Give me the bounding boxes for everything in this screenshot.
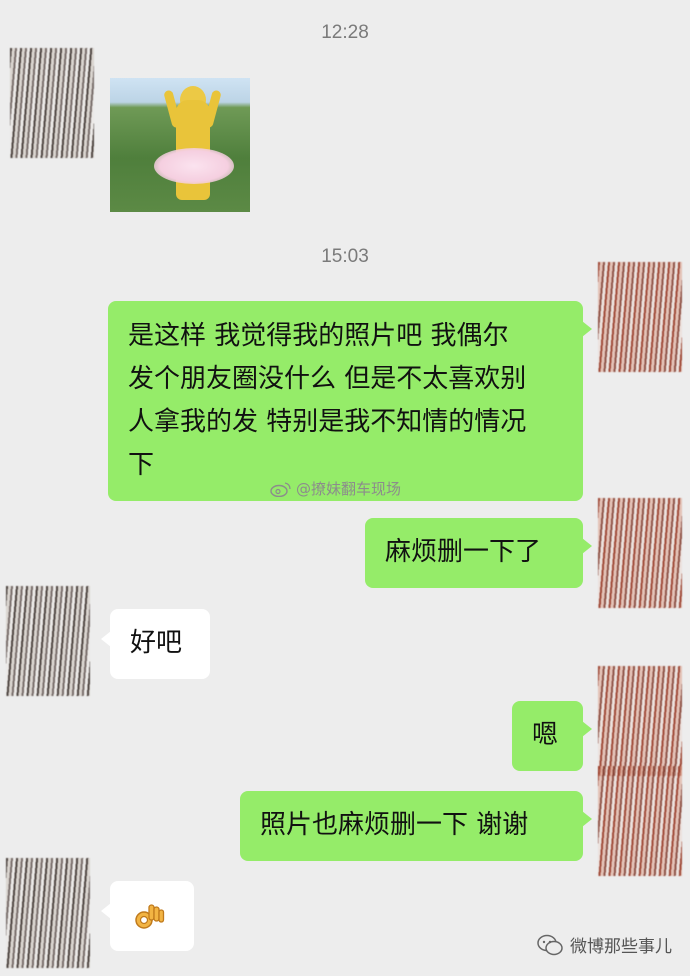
sticker-figure-tutu	[154, 148, 234, 184]
wechat-icon	[537, 934, 563, 955]
message-text: 麻烦删一下了	[385, 537, 542, 567]
message-text: 嗯	[532, 720, 559, 750]
avatar-self[interactable]	[598, 666, 682, 776]
ok-hand-icon	[135, 904, 165, 929]
avatar-self[interactable]	[598, 498, 682, 608]
message-line: 是这样 我觉得我的照片吧 我偶尔	[128, 321, 509, 351]
message-bubble-sent[interactable]: 是这样 我觉得我的照片吧 我偶尔 发个朋友圈没什么 但是不太喜欢别 人拿我的发 …	[108, 301, 592, 501]
message-bubble-received[interactable]: 好吧	[101, 609, 210, 679]
message-bubble-sent[interactable]: 照片也麻烦删一下 谢谢	[240, 791, 592, 861]
weibo-icon	[270, 482, 291, 497]
message-line: 人拿我的发 特别是我不知情的情况	[128, 407, 527, 437]
message-bubble-sent[interactable]: 嗯	[512, 701, 592, 771]
message-bubble-sent[interactable]: 麻烦删一下了	[365, 518, 592, 588]
message-text: 照片也麻烦删一下 谢谢	[260, 810, 529, 840]
watermark-text: @撩妹翻车现场	[296, 480, 402, 498]
timestamp-1503: 15:03	[321, 246, 369, 267]
timestamp-1228: 12:28	[321, 22, 369, 43]
brand-label: 微博那些事儿	[536, 932, 672, 957]
avatar-contact[interactable]	[10, 48, 94, 158]
sticker-image[interactable]	[110, 78, 250, 212]
brand-text: 微博那些事儿	[570, 937, 672, 957]
avatar-contact[interactable]	[6, 858, 90, 968]
watermark: @撩妹翻车现场	[270, 478, 401, 499]
avatar-self[interactable]	[598, 262, 682, 372]
message-text: 好吧	[130, 628, 183, 658]
avatar-contact[interactable]	[6, 586, 90, 696]
message-line: 发个朋友圈没什么 但是不太喜欢别	[128, 364, 527, 394]
avatar-self[interactable]	[598, 766, 682, 876]
